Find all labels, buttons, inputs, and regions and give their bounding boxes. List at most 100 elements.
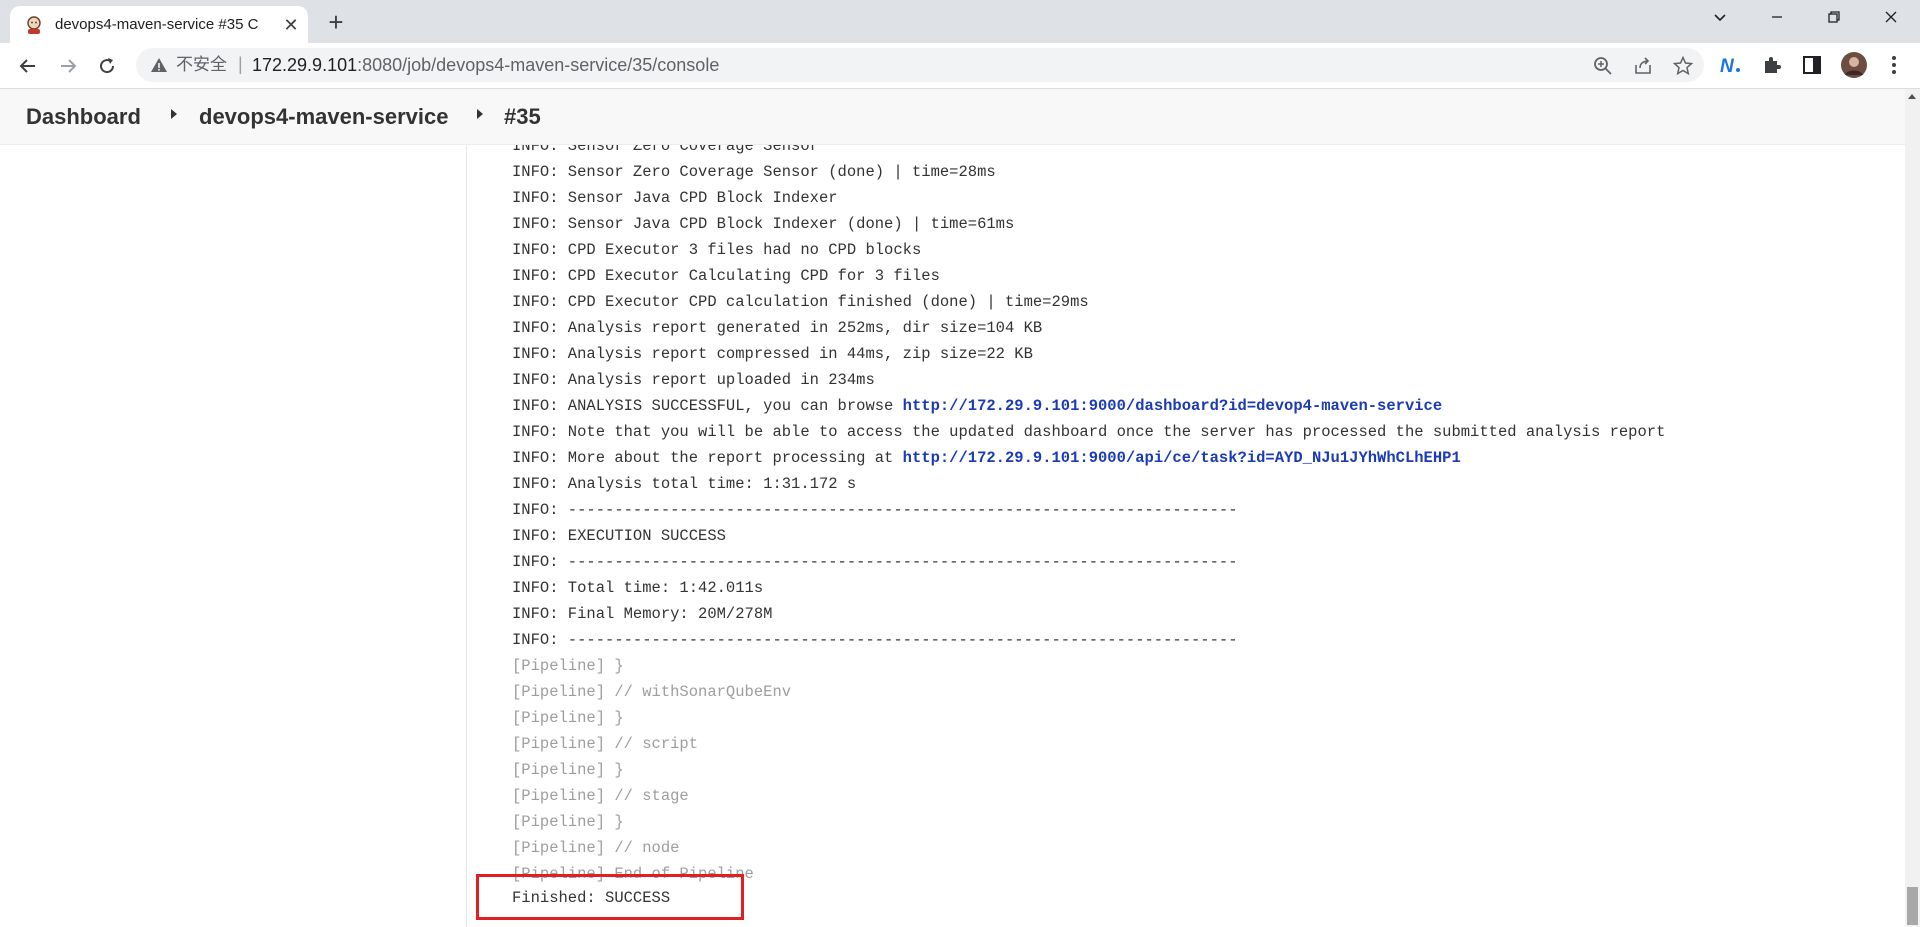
console-log-line: INFO: EXECUTION SUCCESS [512,523,1665,549]
console-log-line: INFO: ANALYSIS SUCCESSFUL, you can brows… [512,393,1665,419]
jenkins-favicon-icon [27,16,41,34]
log-text: INFO: CPD Executor Calculating CPD for 3… [512,267,940,285]
console-output: INFO: Sensor Zero Coverage Sensor INFO: S… [512,145,1665,887]
jenkins-breadcrumb-bar: Dashboard devops4-maven-service #35 [0,89,1905,145]
scrollbar-thumb[interactable] [1907,887,1918,925]
log-text: INFO: CPD Executor CPD calculation finis… [512,293,1089,311]
page-scrollbar[interactable] [1905,89,1920,927]
log-text: INFO: EXECUTION SUCCESS [512,527,726,545]
zoom-icon[interactable] [1592,55,1614,77]
log-text: INFO: ----------------------------------… [512,501,1238,519]
console-log-line: INFO: Note that you will be able to acce… [512,419,1665,445]
browser-tab-strip: devops4-maven-service #35 C ✕ + [0,0,1920,43]
close-window-icon[interactable] [1871,7,1911,31]
console-link[interactable]: http://172.29.9.101:9000/dashboard?id=de… [903,397,1443,415]
console-log-line: INFO: CPD Executor CPD calculation finis… [512,289,1665,315]
pipeline-log-line: [Pipeline] // withSonarQubeEnv [512,679,1665,705]
url-path: :8080/job/devops4-maven-service/35/conso… [357,55,720,75]
log-text: [Pipeline] // stage [512,787,689,805]
side-panel-icon[interactable] [1800,53,1824,77]
tab-title: devops4-maven-service #35 C [55,16,259,33]
console-output-area: INFO: Sensor Zero Coverage Sensor INFO: S… [0,145,1905,927]
warning-icon[interactable] [150,56,168,74]
console-log-line: INFO: ----------------------------------… [512,549,1665,575]
log-text: [Pipeline] } [512,657,624,675]
reload-icon[interactable] [92,51,122,81]
log-text: INFO: Analysis report generated in 252ms… [512,319,1043,337]
profile-avatar[interactable] [1840,51,1868,79]
log-text: INFO: Analysis total time: 1:31.172 s [512,475,857,493]
console-log-line: INFO: Analysis report compressed in 44ms… [512,341,1665,367]
pipeline-log-line: [Pipeline] } [512,705,1665,731]
url-host: 172.29.9.101 [252,55,358,75]
url-separator: | [238,54,243,74]
console-log-line: INFO: More about the report processing a… [512,445,1665,471]
console-log-line: INFO: Total time: 1:42.011s [512,575,1665,601]
pipeline-log-line: [Pipeline] } [512,653,1665,679]
breadcrumb-dashboard[interactable]: Dashboard [26,105,141,129]
address-bar[interactable]: 不安全 | 172.29.9.101:8080/job/devops4-mave… [136,48,1704,82]
log-text: INFO: ----------------------------------… [512,631,1238,649]
log-text: INFO: Note that you will be able to acce… [512,423,1666,441]
log-text: [Pipeline] } [512,813,624,831]
console-link[interactable]: http://172.29.9.101:9000/api/ce/task?id=… [903,449,1461,467]
console-log-line: INFO: ----------------------------------… [512,627,1665,653]
back-icon[interactable] [13,51,43,81]
sidebar-divider [466,145,467,927]
pipeline-log-line: [Pipeline] // stage [512,783,1665,809]
log-text: [Pipeline] // withSonarQubeEnv [512,683,792,701]
new-tab-icon[interactable]: + [322,9,350,36]
url-text[interactable]: 172.29.9.101:8080/job/devops4-maven-serv… [252,55,719,75]
log-text: INFO: ANALYSIS SUCCESSFUL, you can brows… [512,397,903,415]
pipeline-log-line: [Pipeline] // script [512,731,1665,757]
extensions-puzzle-icon[interactable] [1760,53,1784,77]
console-log-line: INFO: CPD Executor Calculating CPD for 3… [512,263,1665,289]
extension-n-icon[interactable]: N [1718,53,1742,77]
pipeline-log-line: [Pipeline] // node [512,835,1665,861]
pipeline-log-line: [Pipeline] } [512,757,1665,783]
console-log-line: INFO: CPD Executor 3 files had no CPD bl… [512,237,1665,263]
browser-toolbar: 不安全 | 172.29.9.101:8080/job/devops4-mave… [0,43,1920,89]
forward-icon[interactable] [53,51,83,81]
console-log-line: INFO: Sensor Zero Coverage Sensor (done)… [512,159,1665,185]
breadcrumb-build[interactable]: #35 [504,105,541,129]
console-log-line: INFO: Analysis report uploaded in 234ms [512,367,1665,393]
log-text: INFO: Analysis report uploaded in 234ms [512,371,875,389]
share-icon[interactable] [1632,55,1654,77]
log-text: [Pipeline] } [512,761,624,779]
log-text: INFO: Final Memory: 20M/278M [512,605,773,623]
log-text: INFO: CPD Executor 3 files had no CPD bl… [512,241,922,259]
minimize-icon[interactable] [1757,7,1797,31]
not-secure-label[interactable]: 不安全 [176,55,227,75]
log-text: [Pipeline] // node [512,839,680,857]
tab-search-chevron-icon[interactable] [1700,7,1740,31]
pipeline-log-line: [Pipeline] } [512,809,1665,835]
browser-tab[interactable]: devops4-maven-service #35 C ✕ [10,6,308,43]
log-text: INFO: ----------------------------------… [512,553,1238,571]
finished-status: Finished: SUCCESS [512,889,671,907]
log-text: [Pipeline] } [512,709,624,727]
log-text: INFO: Total time: 1:42.011s [512,579,764,597]
console-log-line: INFO: Sensor Java CPD Block Indexer (don… [512,211,1665,237]
log-text: INFO: Analysis report compressed in 44ms… [512,345,1033,363]
log-text: [Pipeline] // script [512,735,699,753]
breadcrumb-arrow-icon[interactable] [171,109,177,119]
console-log-line: INFO: ----------------------------------… [512,497,1665,523]
scroll-up-icon[interactable] [1908,94,1916,99]
close-tab-icon[interactable]: ✕ [280,14,302,36]
log-text: INFO: More about the report processing a… [512,449,903,467]
log-text: INFO: Sensor Java CPD Block Indexer (don… [512,215,1015,233]
restore-icon[interactable] [1814,7,1854,31]
console-log-line: INFO: Sensor Java CPD Block Indexer [512,185,1665,211]
breadcrumb-arrow-icon[interactable] [477,109,483,119]
svg-text:N: N [1720,56,1735,77]
console-log-line: INFO: Final Memory: 20M/278M [512,601,1665,627]
console-log-line: INFO: Analysis report generated in 252ms… [512,315,1665,341]
log-text: INFO: Sensor Zero Coverage Sensor (done)… [512,163,996,181]
console-log-line: INFO: Analysis total time: 1:31.172 s [512,471,1665,497]
browser-menu-icon[interactable] [1882,53,1906,77]
bookmark-star-icon[interactable] [1672,55,1694,77]
console-log-line: INFO: Sensor Zero Coverage Sensor [512,145,1665,159]
breadcrumb-job[interactable]: devops4-maven-service [199,105,448,129]
log-text: INFO: Sensor Zero Coverage Sensor [512,145,819,155]
